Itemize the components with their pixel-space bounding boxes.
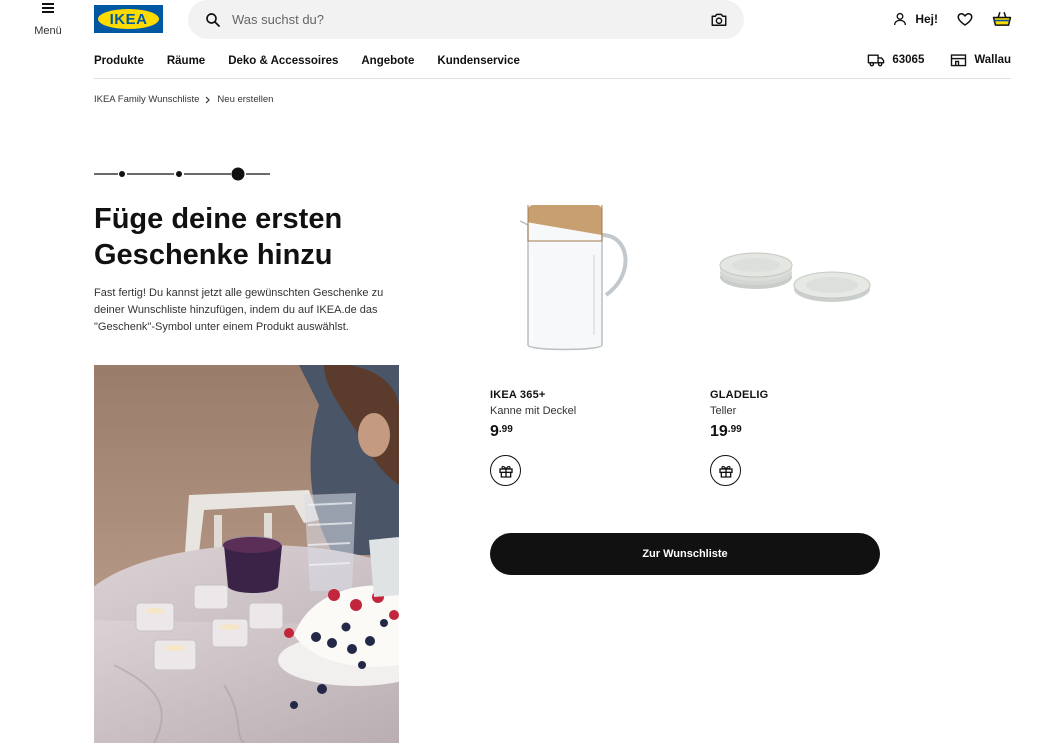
product-card: IKEA 365+ Kanne mit Deckel 9.99 [490,195,665,486]
main-navigation: Produkte Räume Deko & Accessoires Angebo… [94,55,520,67]
stepper-dot-3-active [231,167,245,181]
nav-item-kundenservice[interactable]: Kundenservice [437,55,519,67]
search-input[interactable] [232,12,710,27]
nav-item-raeume[interactable]: Räume [167,55,205,67]
nav-item-deko[interactable]: Deko & Accessoires [228,55,338,67]
page-title: Füge deine ersten Geschenke hinzu [94,203,343,271]
lifestyle-photo [94,365,399,743]
price-decimal: .99 [498,424,513,435]
breadcrumb-current: Neu erstellen [217,94,274,105]
hamburger-icon [42,3,54,13]
chevron-right-icon [205,96,211,103]
price-integer: 9 [490,423,499,440]
product-name: GLADELIG [710,389,769,401]
camera-icon[interactable] [710,11,728,29]
user-account-button[interactable]: Hej! [892,11,938,27]
add-gift-button[interactable] [710,455,741,486]
store-icon [951,54,967,67]
price-integer: 19 [710,423,728,440]
ikea-logo[interactable]: IKEA [94,5,163,33]
heart-icon[interactable] [956,10,974,28]
header-divider [94,78,1011,79]
greeting-label: Hej! [915,12,938,26]
logo-text: IKEA [109,10,148,28]
page-description: Fast fertig! Du kannst jetzt alle gewüns… [94,287,384,333]
shopping-bag-icon[interactable] [992,10,1012,28]
menu-label: Menü [34,25,62,37]
truck-icon [868,54,885,67]
store-selector-button[interactable]: Wallau [950,53,1011,67]
menu-button[interactable]: Menü [30,3,66,39]
product-price: 19.99 [710,423,885,441]
store-label: Wallau [974,54,1011,66]
breadcrumb-link-wishlist[interactable]: IKEA Family Wunschliste [94,94,199,105]
table-scene-image [94,365,399,743]
breadcrumb: IKEA Family Wunschliste Neu erstellen [94,94,273,105]
progress-stepper [94,167,270,181]
product-description: Kanne mit Deckel [490,405,577,417]
gift-icon [498,465,513,478]
product-description: Teller [710,405,737,417]
add-gift-button[interactable] [490,455,521,486]
stepper-dot-1 [119,171,125,177]
search-icon [206,12,220,27]
product-card: GLADELIG Teller 19.99 [710,195,885,486]
nav-item-angebote[interactable]: Angebote [361,55,414,67]
delivery-postcode-button[interactable]: 63065 [867,53,924,67]
product-price: 9.99 [490,423,665,441]
go-to-wishlist-button[interactable]: Zur Wunschliste [490,533,880,575]
gift-icon [718,465,733,478]
product-image-plates [719,252,871,302]
product-name: IKEA 365+ [490,389,546,401]
nav-item-produkte[interactable]: Produkte [94,55,144,67]
price-decimal: .99 [727,424,742,435]
user-icon [894,12,907,26]
postcode-label: 63065 [892,54,925,66]
product-image-pitcher [519,205,628,351]
stepper-dot-2 [176,171,182,177]
search-bar[interactable] [188,0,744,39]
